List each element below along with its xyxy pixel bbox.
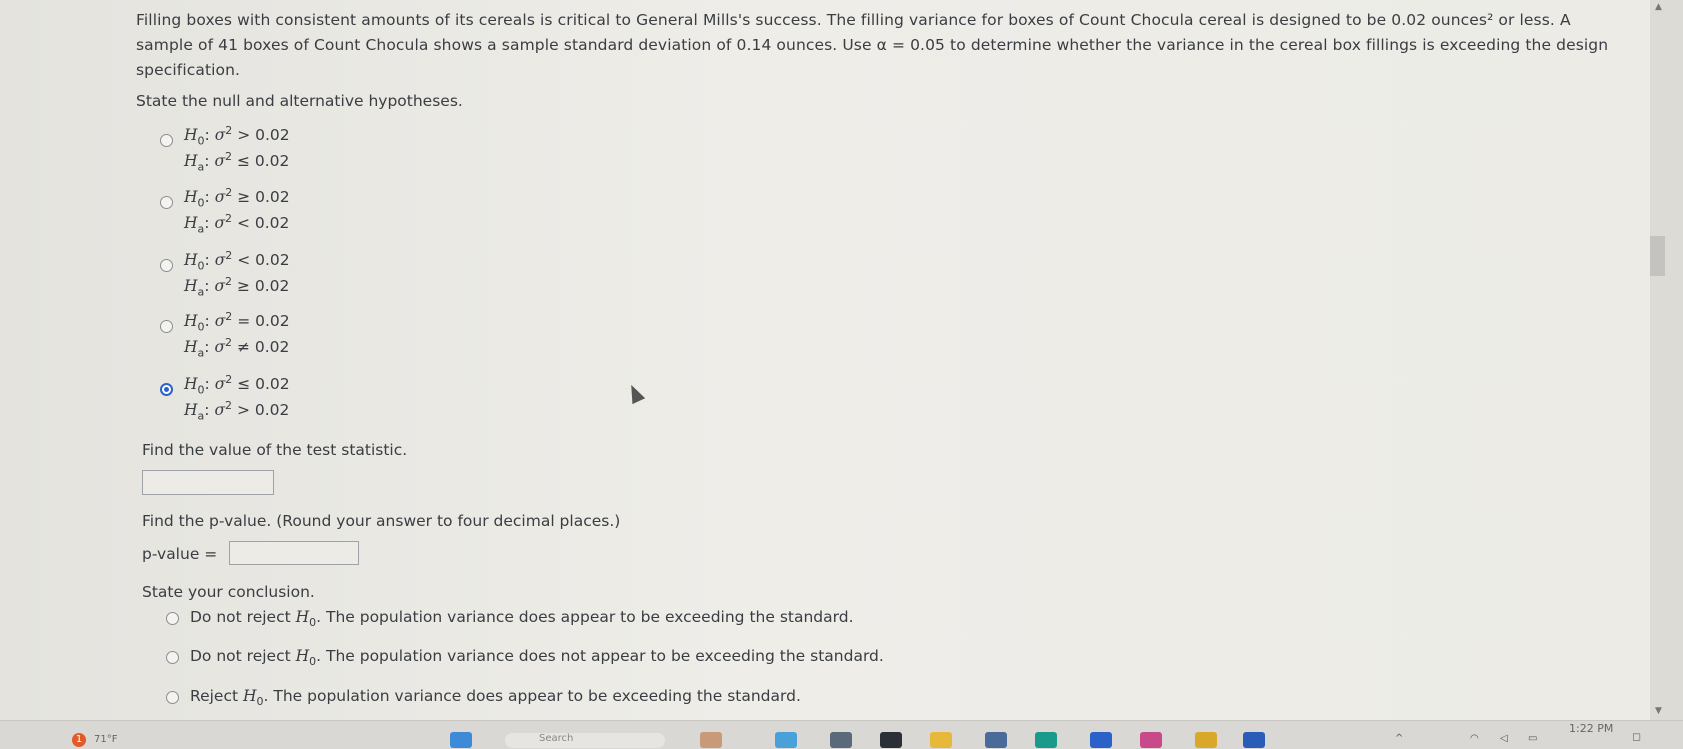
test-statistic-input[interactable] — [142, 470, 274, 495]
scroll-up-arrow-icon[interactable]: ▲ — [1655, 2, 1662, 12]
wifi-icon[interactable]: ◠ — [1470, 733, 1479, 744]
notification-badge: 1 — [72, 733, 86, 747]
app-icon-4[interactable] — [985, 732, 1007, 748]
alternative-hypothesis: Ha: σ2 ≤ 0.02 — [184, 150, 290, 174]
radio-button[interactable] — [160, 196, 173, 209]
notifications-bell-icon[interactable]: ◻ — [1632, 730, 1641, 743]
app-icon-1[interactable] — [700, 732, 722, 748]
clock-time[interactable]: 1:22 PM — [1569, 722, 1613, 735]
chrome-icon[interactable] — [1195, 732, 1217, 748]
widgets-icon[interactable] — [450, 732, 472, 748]
taskbar-search[interactable]: Search — [505, 733, 665, 748]
scrollbar-thumb[interactable] — [1650, 236, 1665, 276]
radio-button[interactable] — [160, 134, 173, 147]
conclusion-text: Do not reject H0. The population varianc… — [190, 608, 854, 630]
alternative-hypothesis: Ha: σ2 < 0.02 — [184, 212, 290, 236]
null-hypothesis: H0: σ2 ≥ 0.02 — [184, 186, 290, 210]
alternative-hypothesis: Ha: σ2 > 0.02 — [184, 399, 290, 423]
pvalue-label: p-value = — [142, 545, 218, 563]
radio-button[interactable] — [160, 320, 173, 333]
test-statistic-prompt: Find the value of the test statistic. — [142, 441, 408, 459]
conclusion-prompt: State your conclusion. — [142, 583, 315, 601]
app-icon-7[interactable] — [1140, 732, 1162, 748]
hypotheses-prompt: State the null and alternative hypothese… — [136, 92, 463, 110]
app-icon-6[interactable] — [1090, 732, 1112, 748]
pvalue-prompt: Find the p-value. (Round your answer to … — [142, 512, 621, 530]
file-explorer-icon[interactable] — [930, 732, 952, 748]
volume-icon[interactable]: ◁ — [1500, 733, 1508, 744]
chevron-up-icon[interactable]: ^ — [1395, 733, 1403, 744]
problem-statement: Filling boxes with consistent amounts of… — [136, 11, 1609, 79]
vertical-scrollbar[interactable] — [1650, 0, 1683, 720]
scroll-down-arrow-icon[interactable]: ▼ — [1655, 706, 1662, 716]
conclusion-text: Reject H0. The population variance does … — [190, 687, 801, 709]
radio-button[interactable] — [160, 383, 173, 396]
conclusion-text: Do not reject H0. The population varianc… — [190, 647, 884, 669]
radio-button[interactable] — [166, 612, 179, 625]
null-hypothesis: H0: σ2 > 0.02 — [184, 124, 290, 148]
app-icon-5[interactable] — [1035, 732, 1057, 748]
alternative-hypothesis: Ha: σ2 ≠ 0.02 — [184, 336, 290, 360]
radio-button[interactable] — [166, 691, 179, 704]
app-icon-2[interactable] — [830, 732, 852, 748]
pvalue-input[interactable] — [229, 541, 359, 565]
null-hypothesis: H0: σ2 = 0.02 — [184, 310, 290, 334]
word-icon[interactable] — [1243, 732, 1265, 748]
weather-temperature[interactable]: 71°F — [94, 734, 117, 745]
battery-icon[interactable]: ▭ — [1528, 733, 1537, 744]
radio-button[interactable] — [160, 259, 173, 272]
edge-icon[interactable] — [775, 732, 797, 748]
null-hypothesis: H0: σ2 ≤ 0.02 — [184, 373, 290, 397]
radio-button[interactable] — [166, 651, 179, 664]
alternative-hypothesis: Ha: σ2 ≥ 0.02 — [184, 275, 290, 299]
null-hypothesis: H0: σ2 < 0.02 — [184, 249, 290, 273]
app-icon-3[interactable] — [880, 732, 902, 748]
